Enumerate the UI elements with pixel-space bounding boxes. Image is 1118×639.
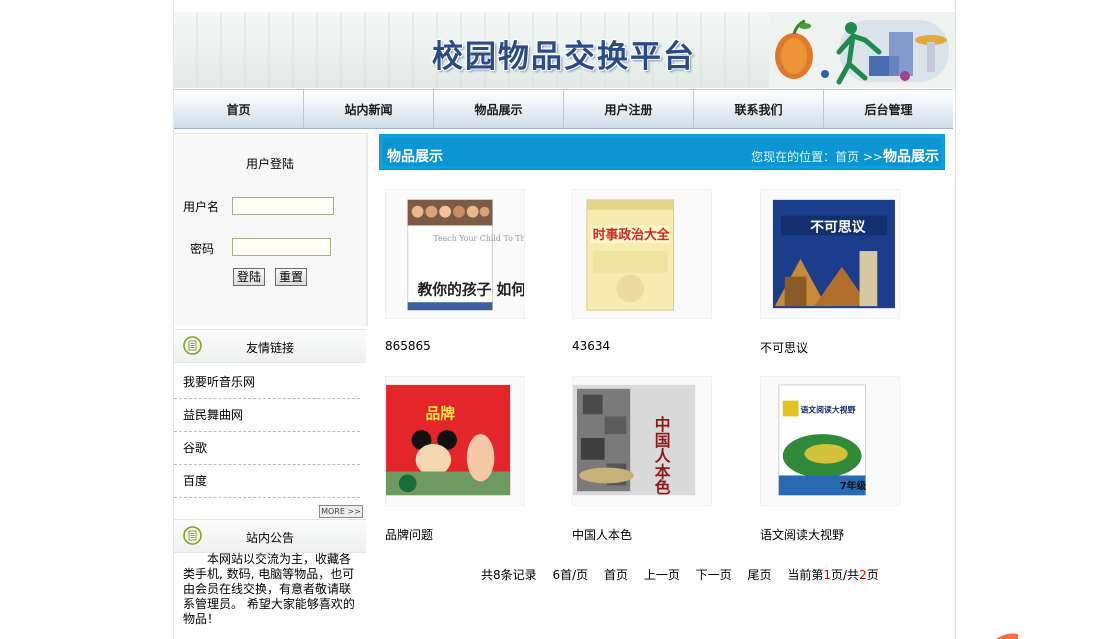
- product-name[interactable]: 43634: [572, 339, 610, 353]
- reset-button[interactable]: 重置: [275, 268, 308, 286]
- notice-title: 站内公告: [245, 531, 294, 545]
- main-content: 物品展示 您现在的位置：首页 >>物品展示 Teach Your Child T…: [379, 134, 945, 634]
- product-card[interactable]: 中国人本色 中国人本色: [572, 376, 712, 542]
- pager-last[interactable]: 尾页: [748, 568, 772, 582]
- page-container: 校园物品交换平台 首页 站内新闻 物品展示 用户注册 联系我们 后台管理 用户登…: [173, 0, 956, 639]
- banner-illustration: [769, 12, 955, 88]
- pager-current-prefix: 当前第: [787, 568, 824, 582]
- pager-total-pages: 2: [859, 568, 867, 582]
- password-label: 密码: [190, 242, 215, 256]
- product-card[interactable]: Teach Your Child To Think 教你的孩子 如何思考 865…: [385, 189, 525, 353]
- product-image[interactable]: 不可思议: [760, 189, 900, 319]
- pager-current-mid: 页/共: [831, 568, 860, 582]
- username-input[interactable]: [232, 197, 334, 215]
- login-title: 用户登陆: [245, 157, 294, 171]
- links-title: 友情链接: [245, 341, 294, 355]
- notice-text: 本网站以交流为主，收藏各类手机, 数码, 电脑等物品，也可由会员在线交换，有意者…: [183, 552, 355, 626]
- cover-title: 语文阅读大视野: [800, 404, 855, 414]
- pager-current-page: 1: [823, 568, 832, 582]
- cover-title: 教你的孩子 如何思考: [418, 280, 525, 298]
- product-image[interactable]: 时事政治大全: [572, 189, 712, 319]
- product-card[interactable]: 品牌 品牌问题: [385, 376, 525, 542]
- cover-text: Teach Your Child To Think: [433, 234, 525, 243]
- product-name[interactable]: 865865: [385, 339, 431, 353]
- breadcrumb-current: 物品展示: [883, 149, 939, 165]
- nav-contact[interactable]: 联系我们: [694, 90, 824, 128]
- product-image[interactable]: 品牌: [385, 376, 525, 506]
- cover-title: 品牌: [425, 404, 455, 422]
- product-card[interactable]: 语文阅读大视野 7年级 语文阅读大视野: [760, 376, 900, 542]
- cover-title: 中国人本色: [652, 415, 671, 495]
- login-button[interactable]: 登陆: [233, 268, 266, 286]
- header-banner: 校园物品交换平台: [174, 12, 955, 88]
- link-item[interactable]: 益民舞曲网: [174, 399, 360, 432]
- product-image[interactable]: 中国人本色: [572, 376, 712, 506]
- username-label: 用户名: [183, 200, 220, 214]
- product-card[interactable]: 时事政治大全 43634: [572, 189, 712, 353]
- pager-status: 当前第1页/共2页: [787, 568, 878, 582]
- grade-label: 7年级: [840, 479, 867, 492]
- links-list: 我要听音乐网 益民舞曲网 谷歌 百度: [174, 366, 366, 498]
- product-name[interactable]: 品牌问题: [385, 526, 433, 543]
- breadcrumb-prefix: 您现在的位置：首页 >>: [751, 150, 883, 164]
- nav-home[interactable]: 首页: [174, 90, 304, 128]
- decorative-swoosh: [996, 633, 1018, 639]
- product-name[interactable]: 语文阅读大视野: [760, 526, 844, 543]
- section-title-bar: 物品展示 您现在的位置：首页 >>物品展示: [379, 134, 945, 170]
- nav-admin[interactable]: 后台管理: [824, 90, 953, 128]
- more-links-button[interactable]: MORE >>: [319, 505, 363, 518]
- cover-title: 不可思议: [810, 219, 865, 235]
- password-input[interactable]: [232, 238, 331, 256]
- pager-per-page: 6首/页: [552, 568, 589, 582]
- pager-current-suffix: 页: [866, 568, 879, 582]
- notice-header: 站内公告: [174, 519, 366, 553]
- nav-products[interactable]: 物品展示: [434, 90, 564, 128]
- left-sidebar: 用户登陆 用户名 密码 登陆 重置 友情链接 我要听音乐网 益民舞曲网 谷歌 百…: [174, 133, 368, 633]
- links-header: 友情链接: [174, 329, 366, 363]
- product-card[interactable]: 不可思议 不可思议: [760, 189, 900, 355]
- section-title: 物品展示: [387, 149, 443, 165]
- pager-total: 共8条记录: [481, 568, 537, 582]
- link-item[interactable]: 百度: [174, 465, 360, 498]
- nav-news[interactable]: 站内新闻: [304, 90, 434, 128]
- product-name[interactable]: 中国人本色: [572, 526, 632, 543]
- link-item[interactable]: 我要听音乐网: [174, 366, 360, 399]
- site-title: 校园物品交换平台: [432, 39, 696, 75]
- breadcrumb: 您现在的位置：首页 >>物品展示: [751, 146, 939, 166]
- nav-register[interactable]: 用户注册: [564, 90, 694, 128]
- pagination: 共8条记录 6首/页 首页 上一页 下一页 尾页 当前第1页/共2页: [481, 566, 879, 583]
- cover-title: 时事政治大全: [593, 227, 670, 243]
- link-item[interactable]: 谷歌: [174, 432, 360, 465]
- product-name[interactable]: 不可思议: [760, 339, 808, 356]
- product-image[interactable]: Teach Your Child To Think 教你的孩子 如何思考: [385, 189, 525, 319]
- main-nav: 首页 站内新闻 物品展示 用户注册 联系我们 后台管理: [174, 89, 953, 129]
- pager-first[interactable]: 首页: [604, 568, 628, 582]
- pager-prev[interactable]: 上一页: [644, 568, 680, 582]
- login-panel: 用户登陆 用户名 密码 登陆 重置: [174, 133, 368, 326]
- pager-next[interactable]: 下一页: [696, 568, 732, 582]
- product-image[interactable]: 语文阅读大视野 7年级: [760, 376, 900, 506]
